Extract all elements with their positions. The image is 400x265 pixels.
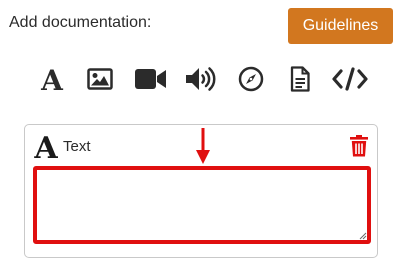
text-icon: A	[40, 66, 64, 92]
text-block-textarea[interactable]	[33, 166, 371, 244]
add-audio-tool[interactable]	[183, 59, 219, 99]
block-title: Text	[63, 138, 91, 155]
add-video-tool[interactable]	[133, 59, 169, 99]
add-documentation-label: Add documentation:	[9, 14, 152, 31]
add-image-tool[interactable]	[82, 59, 118, 99]
add-code-tool[interactable]	[332, 59, 368, 99]
svg-text:A: A	[40, 66, 64, 92]
volume-icon	[186, 67, 216, 91]
add-text-tool[interactable]: A	[34, 59, 70, 99]
image-icon	[87, 68, 113, 90]
code-icon	[332, 67, 368, 91]
compass-icon	[238, 66, 264, 92]
content-type-toolbar: A	[34, 59, 374, 99]
svg-text:A: A	[33, 133, 58, 161]
arrow-down-icon	[196, 128, 210, 164]
video-camera-icon	[135, 69, 166, 89]
text-icon: A	[33, 133, 58, 161]
guidelines-button[interactable]: Guidelines	[288, 8, 393, 44]
resize-grip-icon[interactable]	[359, 232, 367, 240]
documentation-page: Add documentation: Guidelines A A Text	[0, 0, 400, 265]
add-document-tool[interactable]	[282, 59, 318, 99]
trash-icon[interactable]	[349, 135, 369, 157]
document-icon	[290, 66, 310, 92]
add-link-tool[interactable]	[233, 59, 269, 99]
